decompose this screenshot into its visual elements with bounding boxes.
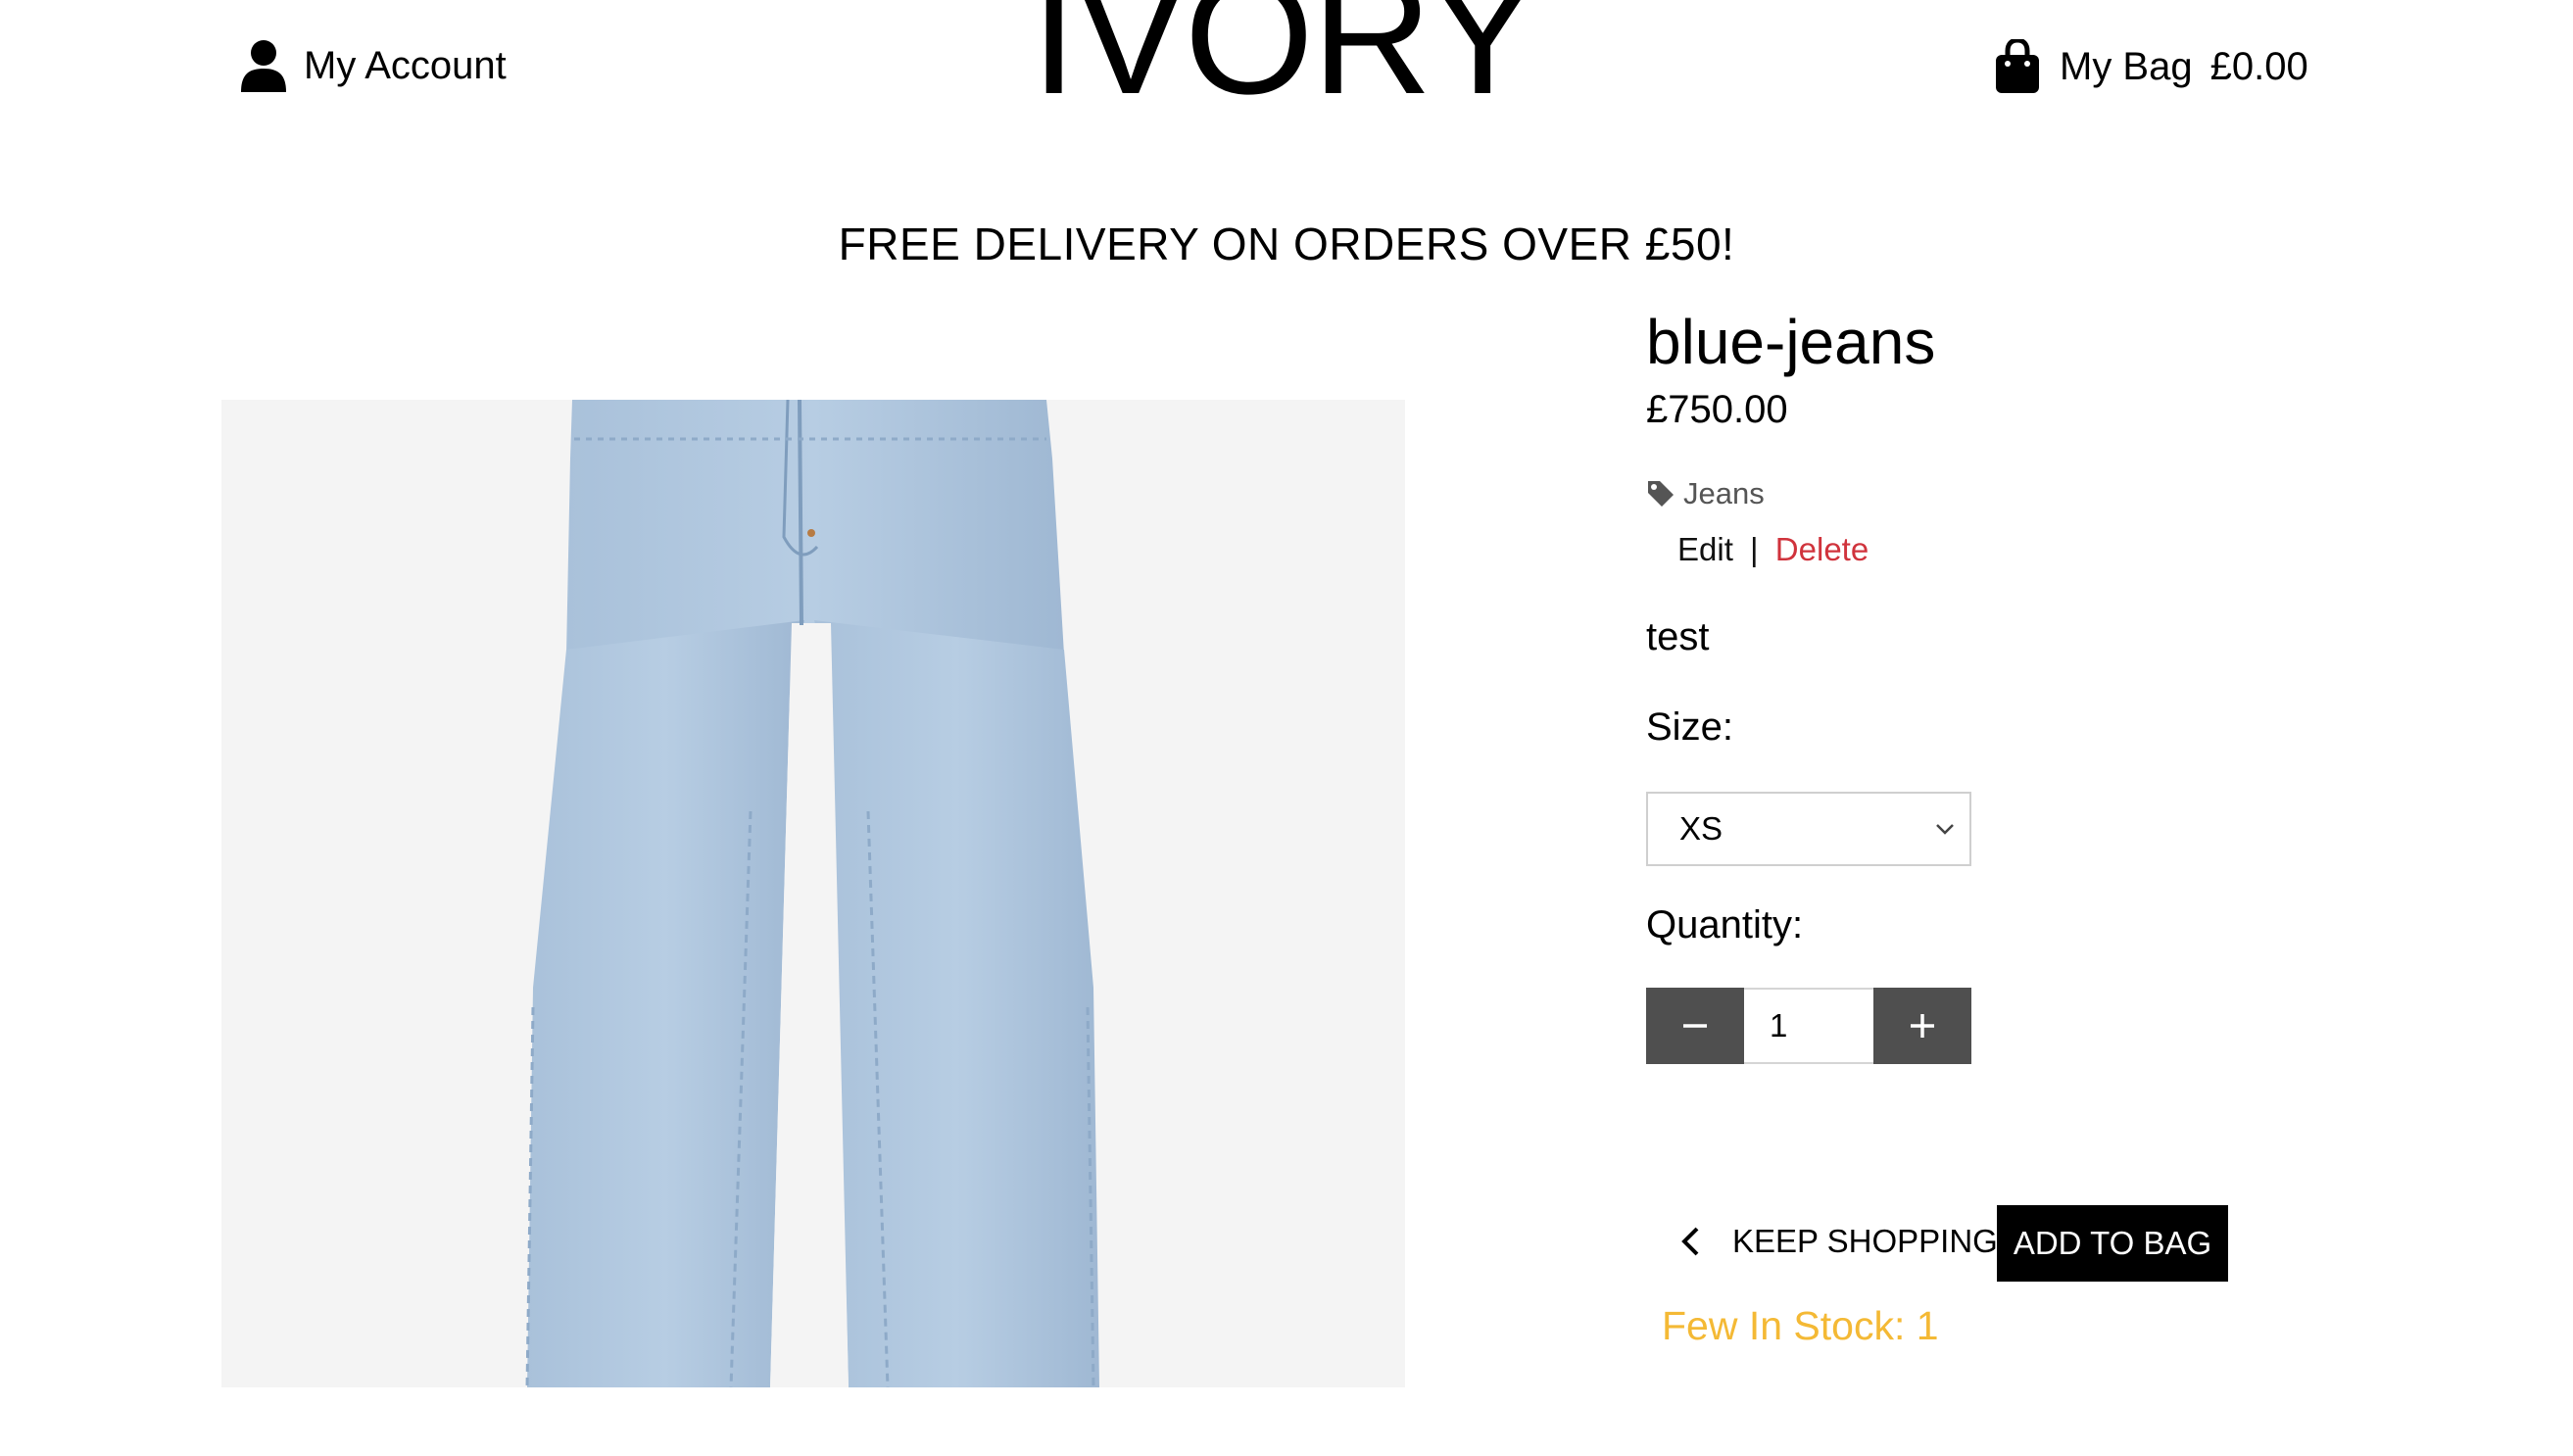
admin-separator: | [1750, 531, 1759, 567]
increment-button[interactable] [1873, 988, 1971, 1064]
category-label: Jeans [1683, 476, 1765, 510]
promo-banner: FREE DELIVERY ON ORDERS OVER £50! [838, 218, 1735, 269]
admin-links: Edit | Delete [1677, 531, 1869, 568]
size-selected-value: XS [1679, 810, 1723, 847]
user-icon [241, 40, 286, 92]
my-bag-label: My Bag [2060, 44, 2193, 88]
stock-status: Few In Stock: 1 [1662, 1303, 1939, 1348]
quantity-label: Quantity: [1646, 903, 1804, 946]
keep-shopping-button[interactable]: KEEP SHOPPING [1679, 1223, 1998, 1260]
quantity-input[interactable] [1744, 988, 1873, 1064]
jeans-photo [221, 400, 1405, 1387]
shopping-bag-icon [1996, 39, 2039, 93]
keep-shopping-label: KEEP SHOPPING [1732, 1223, 1998, 1259]
product-name: blue-jeans [1646, 307, 1936, 377]
product-image [221, 400, 1405, 1387]
minus-icon [1683, 1024, 1707, 1028]
edit-link[interactable]: Edit [1677, 531, 1733, 567]
product-price: £750.00 [1646, 388, 1788, 431]
brand-logo[interactable]: IVORY [1029, 0, 1538, 120]
size-label: Size: [1646, 705, 1733, 749]
my-account-label: My Account [304, 43, 507, 87]
my-account-link[interactable]: My Account [241, 39, 507, 92]
my-bag-link[interactable]: My Bag £0.00 [1995, 39, 2308, 94]
bag-total: £0.00 [2209, 44, 2308, 88]
delete-link[interactable]: Delete [1775, 531, 1869, 567]
category-link[interactable]: Jeans [1646, 476, 1765, 511]
product-description: test [1646, 615, 1710, 658]
chevron-down-icon [1936, 824, 1954, 835]
chevron-left-icon [1681, 1227, 1699, 1256]
tag-icon [1648, 481, 1674, 507]
add-to-bag-button[interactable]: ADD TO BAG [1997, 1205, 2228, 1282]
decrement-button[interactable] [1646, 988, 1744, 1064]
quantity-stepper [1646, 988, 1971, 1064]
plus-icon [1911, 1014, 1934, 1038]
size-select[interactable]: XS [1646, 792, 1971, 866]
